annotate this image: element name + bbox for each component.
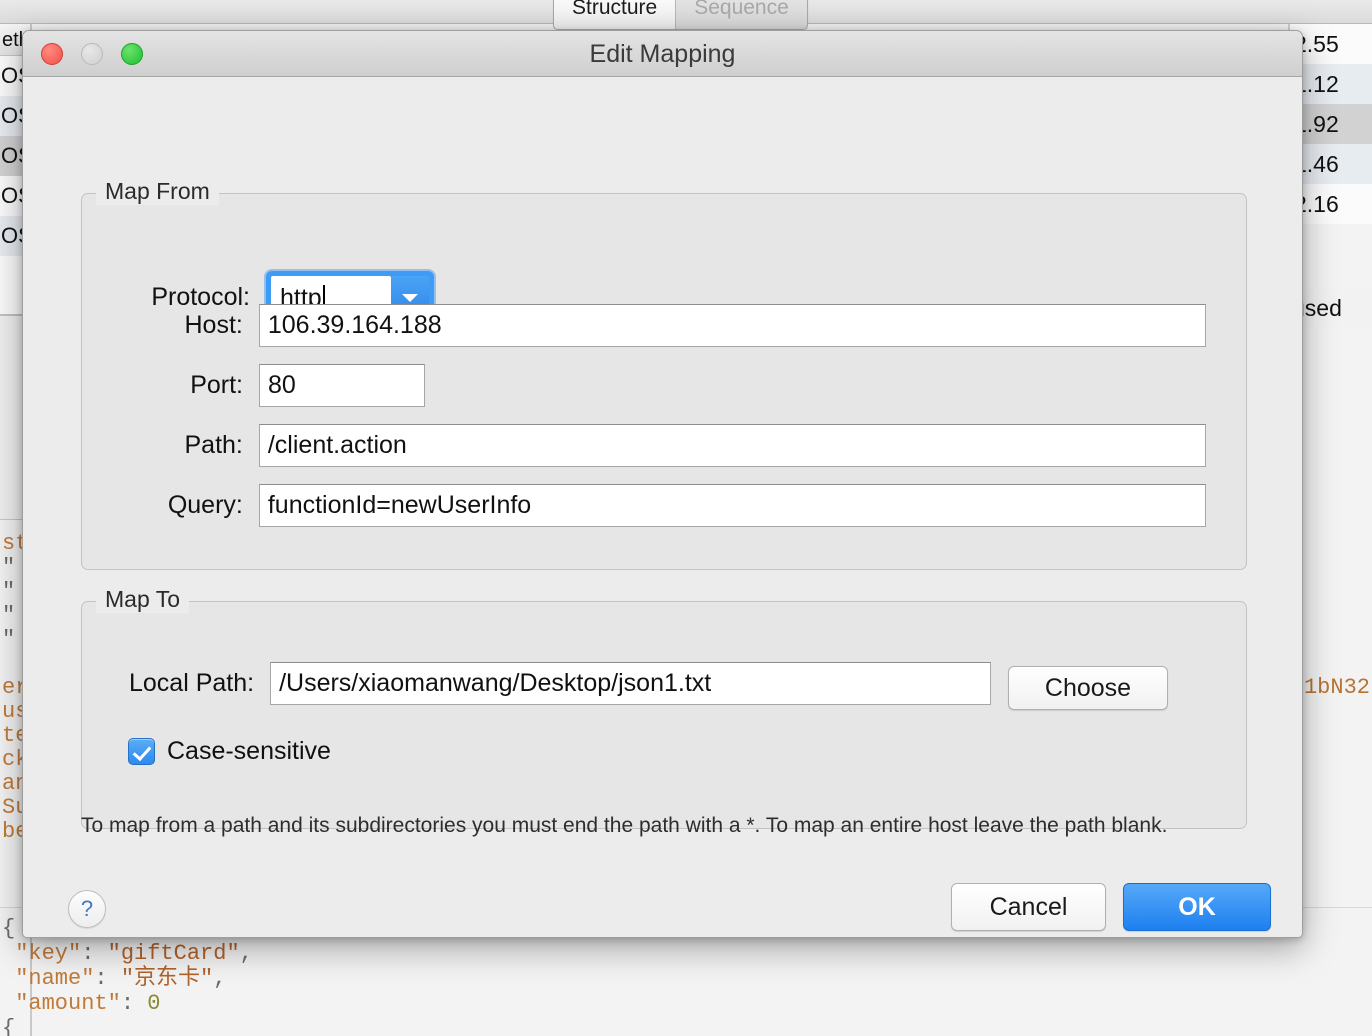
- local-path-field-row: Local Path: /Users/xiaomanwang/Desktop/j…: [81, 662, 991, 705]
- case-sensitive-row[interactable]: Case-sensitive: [128, 737, 331, 766]
- screen: Structure Sequence eth OS OS OS OS OS 2.…: [0, 0, 1372, 1036]
- query-field-row: Query: functionId=newUserInfo: [81, 484, 1206, 527]
- dialog-body: Map From Protocol: http Host: 106.39.164…: [23, 77, 1302, 937]
- host-label: Host:: [184, 311, 243, 339]
- query-label: Query:: [167, 491, 243, 519]
- json-fragment: ": [2, 555, 16, 580]
- background-json-right-gutter: 1bN32: [1303, 675, 1370, 700]
- json-value: "giftCard": [107, 941, 240, 966]
- cancel-button[interactable]: Cancel: [951, 883, 1106, 931]
- help-button[interactable]: ?: [68, 890, 106, 928]
- map-to-legend: Map To: [96, 586, 190, 613]
- json-value: 0: [147, 991, 161, 1016]
- json-key: "name": [15, 966, 95, 991]
- port-field-row: Port: 80: [81, 364, 501, 407]
- host-input[interactable]: 106.39.164.188: [258, 304, 1206, 347]
- host-field-row: Host: 106.39.164.188: [81, 304, 1206, 347]
- dialog-title: Edit Mapping: [589, 40, 736, 68]
- port-label: Port:: [190, 371, 243, 399]
- path-input[interactable]: /client.action: [258, 424, 1206, 467]
- json-key: "amount": [15, 991, 121, 1016]
- json-key: "key": [15, 941, 82, 966]
- edit-mapping-dialog: Edit Mapping Map From Protocol: http Hos…: [22, 30, 1303, 938]
- json-fragment: ": [2, 603, 16, 628]
- hint-text: To map from a path and its subdirectorie…: [81, 814, 1168, 837]
- map-from-legend: Map From: [96, 178, 219, 205]
- background-tab-group[interactable]: Structure Sequence: [553, 0, 808, 30]
- query-input[interactable]: functionId=newUserInfo: [258, 484, 1206, 527]
- tab-sequence[interactable]: Sequence: [676, 0, 807, 29]
- chevron-down-icon: [402, 293, 418, 302]
- path-label: Path:: [184, 431, 243, 459]
- map-to-group: Map To: [81, 586, 1247, 829]
- local-path-input[interactable]: /Users/xiaomanwang/Desktop/json1.txt: [270, 662, 991, 705]
- json-fragment: ": [2, 627, 16, 652]
- dialog-title-bar[interactable]: Edit Mapping: [23, 31, 1302, 77]
- local-path-label: Local Path:: [128, 669, 255, 697]
- json-fragment: ": [2, 579, 16, 604]
- json-value: "京东卡": [120, 966, 214, 991]
- json-brace: {: [2, 916, 16, 941]
- port-input[interactable]: 80: [259, 364, 425, 407]
- case-sensitive-checkbox[interactable]: [128, 738, 155, 765]
- json-brace: {: [2, 1016, 16, 1036]
- path-field-row: Path: /client.action: [81, 424, 1206, 467]
- ok-button[interactable]: OK: [1123, 883, 1271, 931]
- case-sensitive-label: Case-sensitive: [167, 737, 331, 765]
- tab-structure[interactable]: Structure: [554, 0, 677, 29]
- choose-button[interactable]: Choose: [1008, 666, 1168, 710]
